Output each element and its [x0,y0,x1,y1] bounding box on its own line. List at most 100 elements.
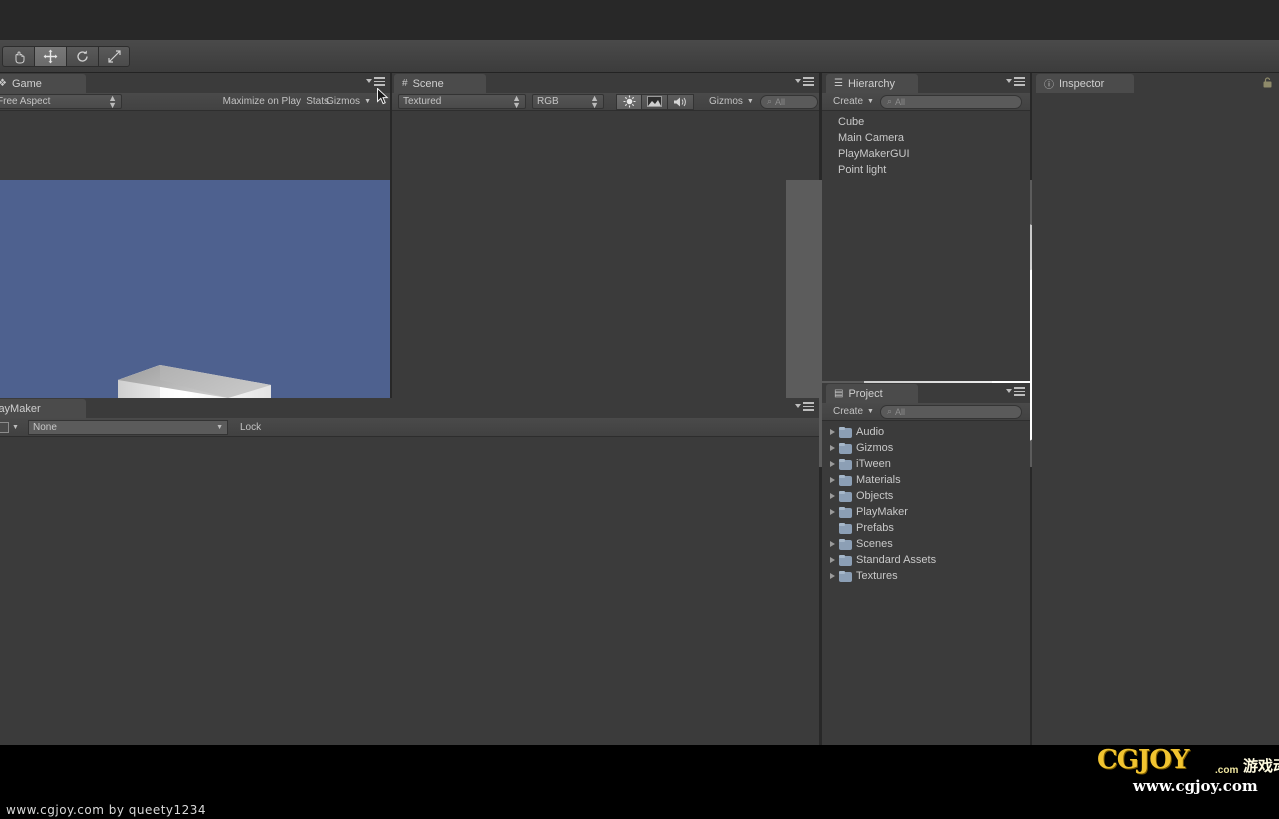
tab-inspector[interactable]: ⓘ Inspector [1036,74,1134,93]
hierarchy-search-placeholder: All [895,96,906,107]
tab-scene[interactable]: # Scene [394,74,486,93]
watermark-url: www.cgjoy.com [1133,777,1258,795]
target-value-label: None [33,421,57,433]
project-list: Audio Gizmos iTween Materials Objects Pl… [822,421,1030,584]
tab-game[interactable]: ❖ Game [0,74,86,93]
aspect-ratio-dropdown[interactable]: Free Aspect ▲ ▼ [0,93,122,109]
list-item[interactable]: Cube [822,114,1030,130]
project-tabbar: ▤ Project [822,383,1030,403]
info-icon: ⓘ [1044,80,1054,91]
hand-tool-button[interactable] [2,46,34,67]
scene-search-placeholder: All [775,96,786,107]
tab-project-label: Project [848,387,883,400]
project-item-label: Materials [856,474,901,486]
list-item[interactable]: Objects [822,488,1030,504]
project-panel: ▤ Project Create ▼ ⌕ All Audio Gizmos iT… [822,383,1030,745]
gizmos-label: Gizmos [709,96,743,107]
search-icon: ⌕ [887,406,893,416]
chevron-down-icon[interactable]: ▼ [12,424,19,431]
project-toolbar: Create ▼ ⌕ All [822,403,1030,421]
draw-mode-dropdown[interactable]: Textured ▲ ▼ [398,93,526,109]
list-item[interactable]: PlayMaker [822,504,1030,520]
scene-toolbar: Textured ▲ ▼ RGB ▲ ▼ Gizmos ▼ ⌕ All [392,93,819,111]
maximize-on-play-button[interactable]: Maximize on Play [218,94,306,110]
project-panel-menu-button[interactable] [1006,387,1025,396]
tab-inspector-label: Inspector [1059,77,1105,90]
effects-toggle-button[interactable] [642,93,668,110]
tab-playmaker[interactable]: layMaker [0,399,86,418]
folder-icon [839,458,852,470]
tab-hierarchy-label: Hierarchy [847,77,896,90]
hierarchy-search-input[interactable]: ⌕ All [880,94,1022,109]
audio-toggle-button[interactable] [668,93,694,110]
inspector-panel: ⓘ Inspector [1032,73,1279,745]
scene-panel-menu-button[interactable] [795,77,814,86]
project-item-label: Objects [856,490,894,502]
folder-icon [839,554,852,566]
game-tabbar: ❖ Game [0,73,390,93]
folder-icon [839,442,852,454]
tab-project[interactable]: ▤ Project [826,384,918,403]
playmaker-tabbar: layMaker [0,398,819,418]
list-item[interactable]: Materials [822,472,1030,488]
create-label: Create [833,406,864,417]
search-icon: ⌕ [887,96,893,106]
expand-arrow-icon[interactable] [830,509,835,515]
game-panel-menu-button[interactable] [366,77,385,86]
lock-icon[interactable] [1262,77,1273,88]
project-search-placeholder: All [895,406,906,417]
game-gizmos-dropdown[interactable]: Gizmos ▼ [321,94,376,110]
playmaker-panel-menu-button[interactable] [795,402,814,411]
lighting-toggle-button[interactable] [616,93,642,110]
project-item-label: Gizmos [856,442,894,454]
transform-tools-group [2,46,130,67]
expand-arrow-icon[interactable] [830,477,835,483]
expand-arrow-icon[interactable] [830,541,835,547]
expand-arrow-icon[interactable] [830,493,835,499]
project-item-label: Audio [856,426,885,438]
folder-icon [839,538,852,550]
rotate-tool-button[interactable] [66,46,98,67]
list-item[interactable]: Main Camera [822,130,1030,146]
scene-panel: # Scene Textured ▲ ▼ RGB ▲ ▼ Gizmos ▼ ⌕ … [392,73,1211,467]
folder-icon [839,474,852,486]
list-item[interactable]: Gizmos [822,440,1030,456]
bottom-black-area [0,745,1032,795]
project-item-label: iTween [856,458,891,470]
expand-arrow-icon[interactable] [830,573,835,579]
list-item[interactable]: Standard Assets [822,552,1030,568]
playmaker-target-field[interactable]: None ▼ [28,419,228,435]
chevron-down-icon[interactable]: ▼ [216,424,223,431]
expand-arrow-icon[interactable] [830,429,835,435]
gizmos-label: Gizmos [326,96,361,107]
list-item[interactable]: PlayMakerGUI [822,146,1030,162]
project-search-input[interactable]: ⌕ All [880,404,1022,419]
list-item[interactable]: iTween [822,456,1030,472]
scene-gizmos-dropdown[interactable]: Gizmos ▼ [704,94,759,110]
expand-arrow-icon[interactable] [830,461,835,467]
list-item[interactable]: Textures [822,568,1030,584]
move-tool-button[interactable] [34,46,66,67]
hierarchy-panel-menu-button[interactable] [1006,77,1025,86]
stepper-icon: ▲ ▼ [590,92,599,110]
object-checkbox[interactable] [0,421,9,433]
list-item[interactable]: Prefabs [822,520,1030,536]
playmaker-object-selector[interactable]: ▼ [0,421,19,433]
hierarchy-create-dropdown[interactable]: Create ▼ [828,94,879,110]
list-item[interactable]: Audio [822,424,1030,440]
expand-arrow-icon[interactable] [830,557,835,563]
list-item[interactable]: Point light [822,162,1030,178]
tab-hierarchy[interactable]: ☰ Hierarchy [826,74,918,93]
footer-credit: www.cgjoy.com by queety1234 [6,803,207,817]
playmaker-lock-button[interactable]: Lock [235,419,266,435]
list-item[interactable]: Scenes [822,536,1030,552]
maximize-label: Maximize on Play [222,96,301,107]
scale-tool-button[interactable] [98,46,130,67]
scene-icon: # [402,78,408,89]
scene-search-input[interactable]: ⌕ All [760,94,818,109]
render-mode-dropdown[interactable]: RGB ▲ ▼ [532,92,604,110]
project-item-label: Scenes [856,538,893,550]
aspect-label: Free Aspect [0,96,51,107]
project-create-dropdown[interactable]: Create ▼ [828,404,879,420]
expand-arrow-icon[interactable] [830,445,835,451]
